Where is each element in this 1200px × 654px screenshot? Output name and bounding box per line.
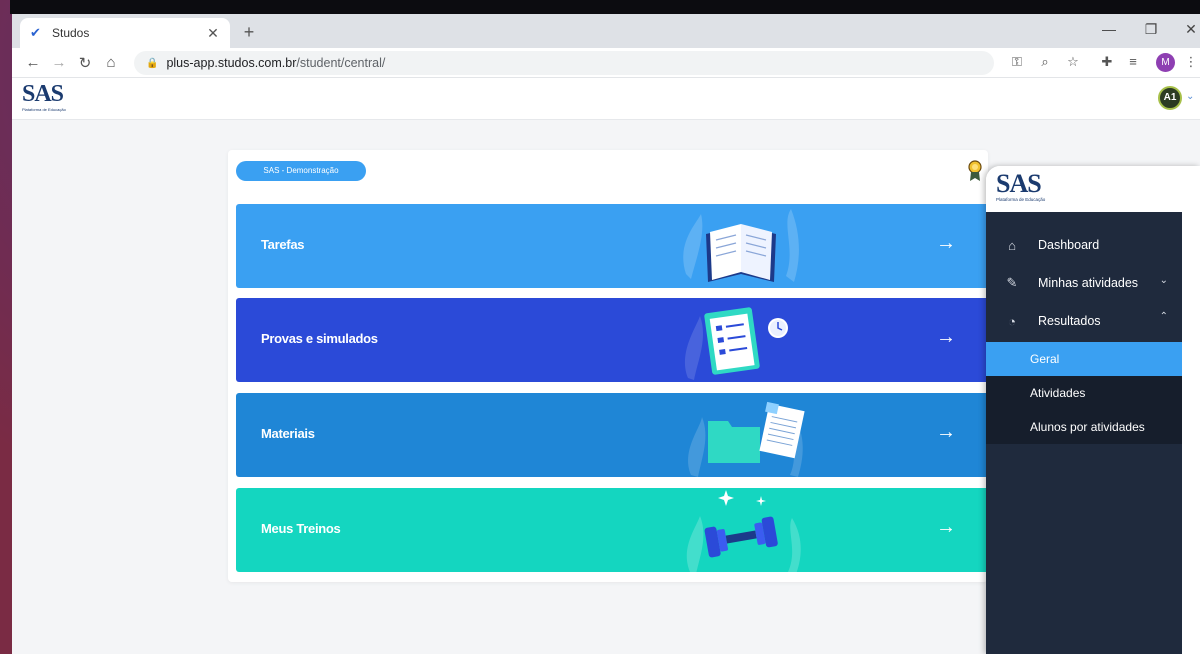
sidebar-panel: SAS Plataforma de Educação ⌂ Dashboard ✎… (986, 166, 1200, 654)
sidebar-item-resultados[interactable]: ◔ Resultados ⌃ (986, 302, 1182, 340)
restore-icon[interactable]: ❐ (1143, 21, 1159, 38)
profile-avatar[interactable]: M (1156, 53, 1175, 72)
panel-logo-subtitle: Plataforma de Educação (996, 197, 1046, 202)
panel-scrollbar[interactable] (1182, 212, 1200, 654)
sas-logo[interactable]: SAS Plataforma de Educação (22, 82, 66, 112)
screen-top-bar (10, 0, 1200, 14)
sidebar-subitem-geral[interactable]: Geral (986, 342, 1182, 376)
extensions-icon[interactable]: ✚ (1098, 54, 1116, 70)
sidebar-item-label: Resultados (1038, 314, 1101, 328)
sidebar-item-label: Dashboard (1038, 238, 1100, 252)
tab-strip: ✔ Studos ✕ + — ❐ ✕ (12, 14, 1200, 48)
lock-icon: 🔒 (146, 57, 159, 69)
tile-provas[interactable]: Provas e simulados → (236, 298, 996, 382)
checkmark-favicon-icon: ✔ (30, 25, 41, 40)
central-card: SAS - Demonstração Tarefas → Provas e si… (228, 150, 996, 582)
address-bar[interactable]: 🔒 plus-app.studos.com.br /student/centra… (134, 51, 994, 75)
tab-title: Studos (52, 26, 90, 40)
tile-label: Tarefas (261, 237, 305, 252)
sidebar-item-minhas-atividades[interactable]: ✎ Minhas atividades ⌄ (986, 264, 1182, 302)
media-icon[interactable]: ≡ (1124, 54, 1142, 69)
chevron-up-icon[interactable]: ⌃ (1160, 311, 1168, 322)
org-badge[interactable]: SAS - Demonstração (236, 161, 366, 181)
url-host: plus-app.studos.com.br (166, 56, 297, 70)
tile-label: Meus Treinos (261, 521, 341, 536)
app-header: SAS Plataforma de Educação A1 ⌄ (12, 78, 1200, 120)
forward-icon[interactable]: → (46, 54, 72, 71)
sidebar-item-dashboard[interactable]: ⌂ Dashboard (986, 226, 1182, 264)
tile-label: Provas e simulados (261, 331, 378, 346)
clipboard-clock-icon (685, 307, 788, 380)
sidebar-subitem-atividades[interactable]: Atividades (986, 376, 1182, 410)
new-tab-icon[interactable]: + (238, 22, 260, 43)
menu-kebab-icon[interactable]: ⋮ (1182, 54, 1200, 70)
arrow-right-icon: → (936, 232, 956, 254)
award-icon[interactable] (968, 160, 982, 182)
sidebar-nav: ⌂ Dashboard ✎ Minhas atividades ⌄ ◔ Resu… (986, 212, 1182, 654)
tile-tarefas[interactable]: Tarefas → (236, 204, 996, 288)
star-icon[interactable]: ☆ (1064, 54, 1082, 70)
open-book-icon (683, 209, 799, 282)
folder-document-icon (688, 401, 805, 477)
tile-label: Materiais (261, 426, 315, 441)
arrow-right-icon: → (936, 326, 956, 348)
pencil-icon: ✎ (1006, 275, 1018, 290)
pie-chart-icon: ◔ (1008, 313, 1016, 329)
browser-toolbar: ← → ↻ ⌂ 🔒 plus-app.studos.com.br /studen… (12, 48, 1200, 78)
minimize-icon[interactable]: — (1101, 21, 1117, 37)
panel-sas-logo[interactable]: SAS Plataforma de Educação (996, 169, 1046, 203)
back-icon[interactable]: ← (20, 54, 46, 71)
url-path: /student/central/ (296, 56, 386, 70)
tile-meus-treinos[interactable]: Meus Treinos → (236, 488, 996, 572)
sidebar-item-label: Minhas atividades (1038, 276, 1139, 290)
chevron-down-icon[interactable]: ⌄ (1186, 91, 1194, 102)
zoom-icon[interactable]: ⌕ (1036, 54, 1054, 70)
home-page-icon[interactable]: ⌂ (98, 54, 124, 71)
panel-header: SAS Plataforma de Educação (986, 166, 1200, 212)
key-icon[interactable]: ⚿ (1008, 54, 1026, 70)
home-icon: ⌂ (1008, 237, 1016, 253)
sidebar-subitem-alunos-por-atividades[interactable]: Alunos por atividades (986, 410, 1182, 444)
dumbbell-icon (686, 490, 801, 572)
close-tab-icon[interactable]: ✕ (206, 25, 220, 42)
arrow-right-icon: → (936, 516, 956, 538)
chevron-down-icon[interactable]: ⌄ (1160, 275, 1168, 286)
browser-tab[interactable]: ✔ Studos ✕ (20, 18, 230, 48)
logo-text: SAS (22, 81, 64, 107)
panel-logo-text: SAS (996, 169, 1042, 198)
logo-subtitle: Plataforma de Educação (22, 107, 66, 112)
reload-icon[interactable]: ↻ (72, 54, 98, 72)
tile-materiais[interactable]: Materiais → (236, 393, 996, 477)
arrow-right-icon: → (936, 421, 956, 443)
close-window-icon[interactable]: ✕ (1183, 21, 1199, 38)
user-avatar[interactable]: A1 (1158, 86, 1182, 110)
